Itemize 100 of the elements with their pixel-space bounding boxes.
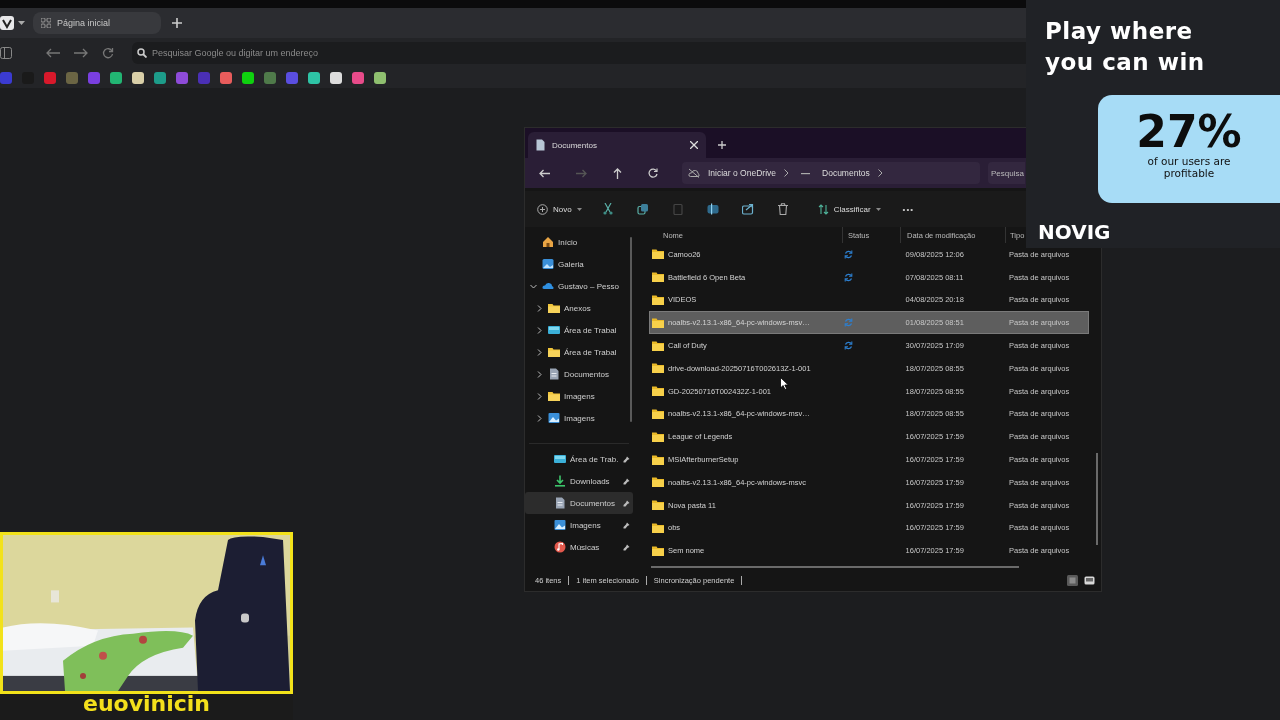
- folder-icon: [652, 363, 664, 374]
- folder-icon: [652, 454, 664, 465]
- caret-icon[interactable]: [18, 20, 25, 26]
- folder-icon: [652, 408, 664, 419]
- refresh-icon[interactable]: [648, 168, 658, 178]
- more-button[interactable]: •••: [900, 202, 916, 216]
- nav-item[interactable]: Área de Trabal: [525, 319, 633, 341]
- browser-logo-icon[interactable]: [0, 16, 14, 30]
- nav-item[interactable]: Documentos: [525, 363, 633, 385]
- stat-caption: of our users are profitable: [1146, 155, 1232, 179]
- nav-item[interactable]: Documentos: [525, 492, 633, 514]
- back-icon[interactable]: [539, 168, 550, 178]
- nav-item[interactable]: Anexos: [525, 297, 633, 319]
- nav-item[interactable]: Imagens: [525, 514, 633, 536]
- pin-icon[interactable]: [623, 499, 630, 507]
- ad-headline: Play where you can win: [1045, 17, 1206, 77]
- close-icon[interactable]: [690, 141, 698, 149]
- folder-icon: [652, 340, 664, 351]
- folder-icon: [652, 272, 664, 283]
- music-icon: [554, 541, 566, 553]
- channel-name: euovinicin: [83, 694, 210, 716]
- picture-icon: [554, 519, 566, 531]
- pin-icon[interactable]: [623, 543, 630, 551]
- chevron-right-icon[interactable]: [536, 326, 543, 334]
- chevron-down-icon[interactable]: [530, 282, 537, 290]
- bookmark-icon[interactable]: [132, 72, 144, 84]
- nav-item[interactable]: Gustavo – Pesso: [525, 275, 633, 297]
- search-icon: [137, 48, 147, 58]
- sidebar-toggle-icon[interactable]: [0, 47, 12, 59]
- chevron-right-icon[interactable]: [536, 304, 543, 312]
- bookmark-icon[interactable]: [154, 72, 166, 84]
- details-view-icon[interactable]: [1067, 574, 1078, 586]
- folder-icon: [652, 431, 664, 442]
- nav-item[interactable]: Início: [525, 231, 633, 253]
- nav-item[interactable]: Área de Trab.: [525, 448, 633, 470]
- bookmark-icon[interactable]: [330, 72, 342, 84]
- desktop-icon: [554, 453, 566, 465]
- sort-icon: [817, 203, 829, 215]
- picture-icon: [542, 258, 554, 270]
- caret-icon: [576, 207, 582, 211]
- new-tab-icon[interactable]: [718, 141, 726, 149]
- document-icon: [554, 497, 566, 509]
- explorer-tab[interactable]: Documentos: [528, 132, 706, 158]
- cut-icon[interactable]: [601, 203, 614, 215]
- tiles-view-icon[interactable]: [1084, 574, 1095, 586]
- chevron-right-icon[interactable]: [536, 414, 543, 422]
- cloud-icon: [542, 280, 554, 292]
- caret-icon: [875, 207, 881, 211]
- bookmark-icon[interactable]: [242, 72, 254, 84]
- address-field[interactable]: Pesquisar Google ou digitar um endereço: [132, 42, 1026, 64]
- reload-icon[interactable]: [102, 47, 114, 59]
- pin-icon[interactable]: [623, 521, 630, 529]
- bookmark-icon[interactable]: [374, 72, 386, 84]
- chevron-right-icon[interactable]: [536, 370, 543, 378]
- pin-icon[interactable]: [623, 477, 630, 485]
- picture-icon: [548, 412, 560, 424]
- chevron-right-icon[interactable]: [536, 392, 543, 400]
- new-tab-icon[interactable]: [172, 18, 182, 28]
- paste-icon: [671, 203, 684, 215]
- desktop-icon: [548, 324, 560, 336]
- brand-logo: NOVIG: [1038, 220, 1111, 244]
- forward-icon[interactable]: [74, 48, 88, 58]
- cloud-off-icon: [688, 168, 700, 178]
- bookmark-icon[interactable]: [352, 72, 364, 84]
- nav-item[interactable]: Músicas: [525, 536, 633, 558]
- folder-icon: [548, 346, 560, 358]
- mouse-cursor-icon: [780, 377, 789, 390]
- pin-icon[interactable]: [623, 455, 630, 463]
- browser-tab[interactable]: Página inicial: [33, 12, 161, 34]
- breadcrumb-item[interactable]: Documentos: [822, 168, 870, 178]
- folder-icon: [652, 249, 664, 260]
- download-icon: [554, 475, 566, 487]
- nav-item[interactable]: Imagens: [525, 385, 633, 407]
- folder-icon: [652, 317, 664, 328]
- nav-item[interactable]: Downloads: [525, 470, 633, 492]
- trash-icon[interactable]: [776, 203, 789, 215]
- bookmark-icon[interactable]: [308, 72, 320, 84]
- breadcrumb-item[interactable]: Iniciar o OneDrive: [708, 168, 777, 178]
- folder-icon: [652, 500, 664, 511]
- folder-icon: [652, 522, 664, 533]
- chevron-right-icon[interactable]: [536, 348, 543, 356]
- nav-item[interactable]: Galeria: [525, 253, 633, 275]
- home-icon: [542, 236, 554, 248]
- sort-button[interactable]: Classificar: [815, 201, 883, 217]
- up-icon[interactable]: [613, 167, 622, 179]
- share-icon[interactable]: [741, 203, 754, 215]
- search-field[interactable]: Pesquisa: [988, 162, 1025, 184]
- folder-icon: [652, 295, 664, 305]
- nav-item[interactable]: Área de Trabal: [525, 341, 633, 363]
- new-button[interactable]: Novo: [535, 201, 584, 217]
- stat-value: 27%: [1136, 109, 1242, 155]
- bookmark-icon[interactable]: [220, 72, 232, 84]
- bookmark-icon[interactable]: [110, 72, 122, 84]
- folder-icon: [548, 390, 560, 402]
- nav-item[interactable]: Imagens: [525, 407, 633, 429]
- copy-icon[interactable]: [636, 203, 649, 215]
- address-bar[interactable]: Iniciar o OneDrive Documentos: [682, 162, 980, 184]
- folder-icon: [548, 302, 560, 314]
- document-icon: [548, 368, 560, 380]
- rename-icon[interactable]: [706, 203, 719, 215]
